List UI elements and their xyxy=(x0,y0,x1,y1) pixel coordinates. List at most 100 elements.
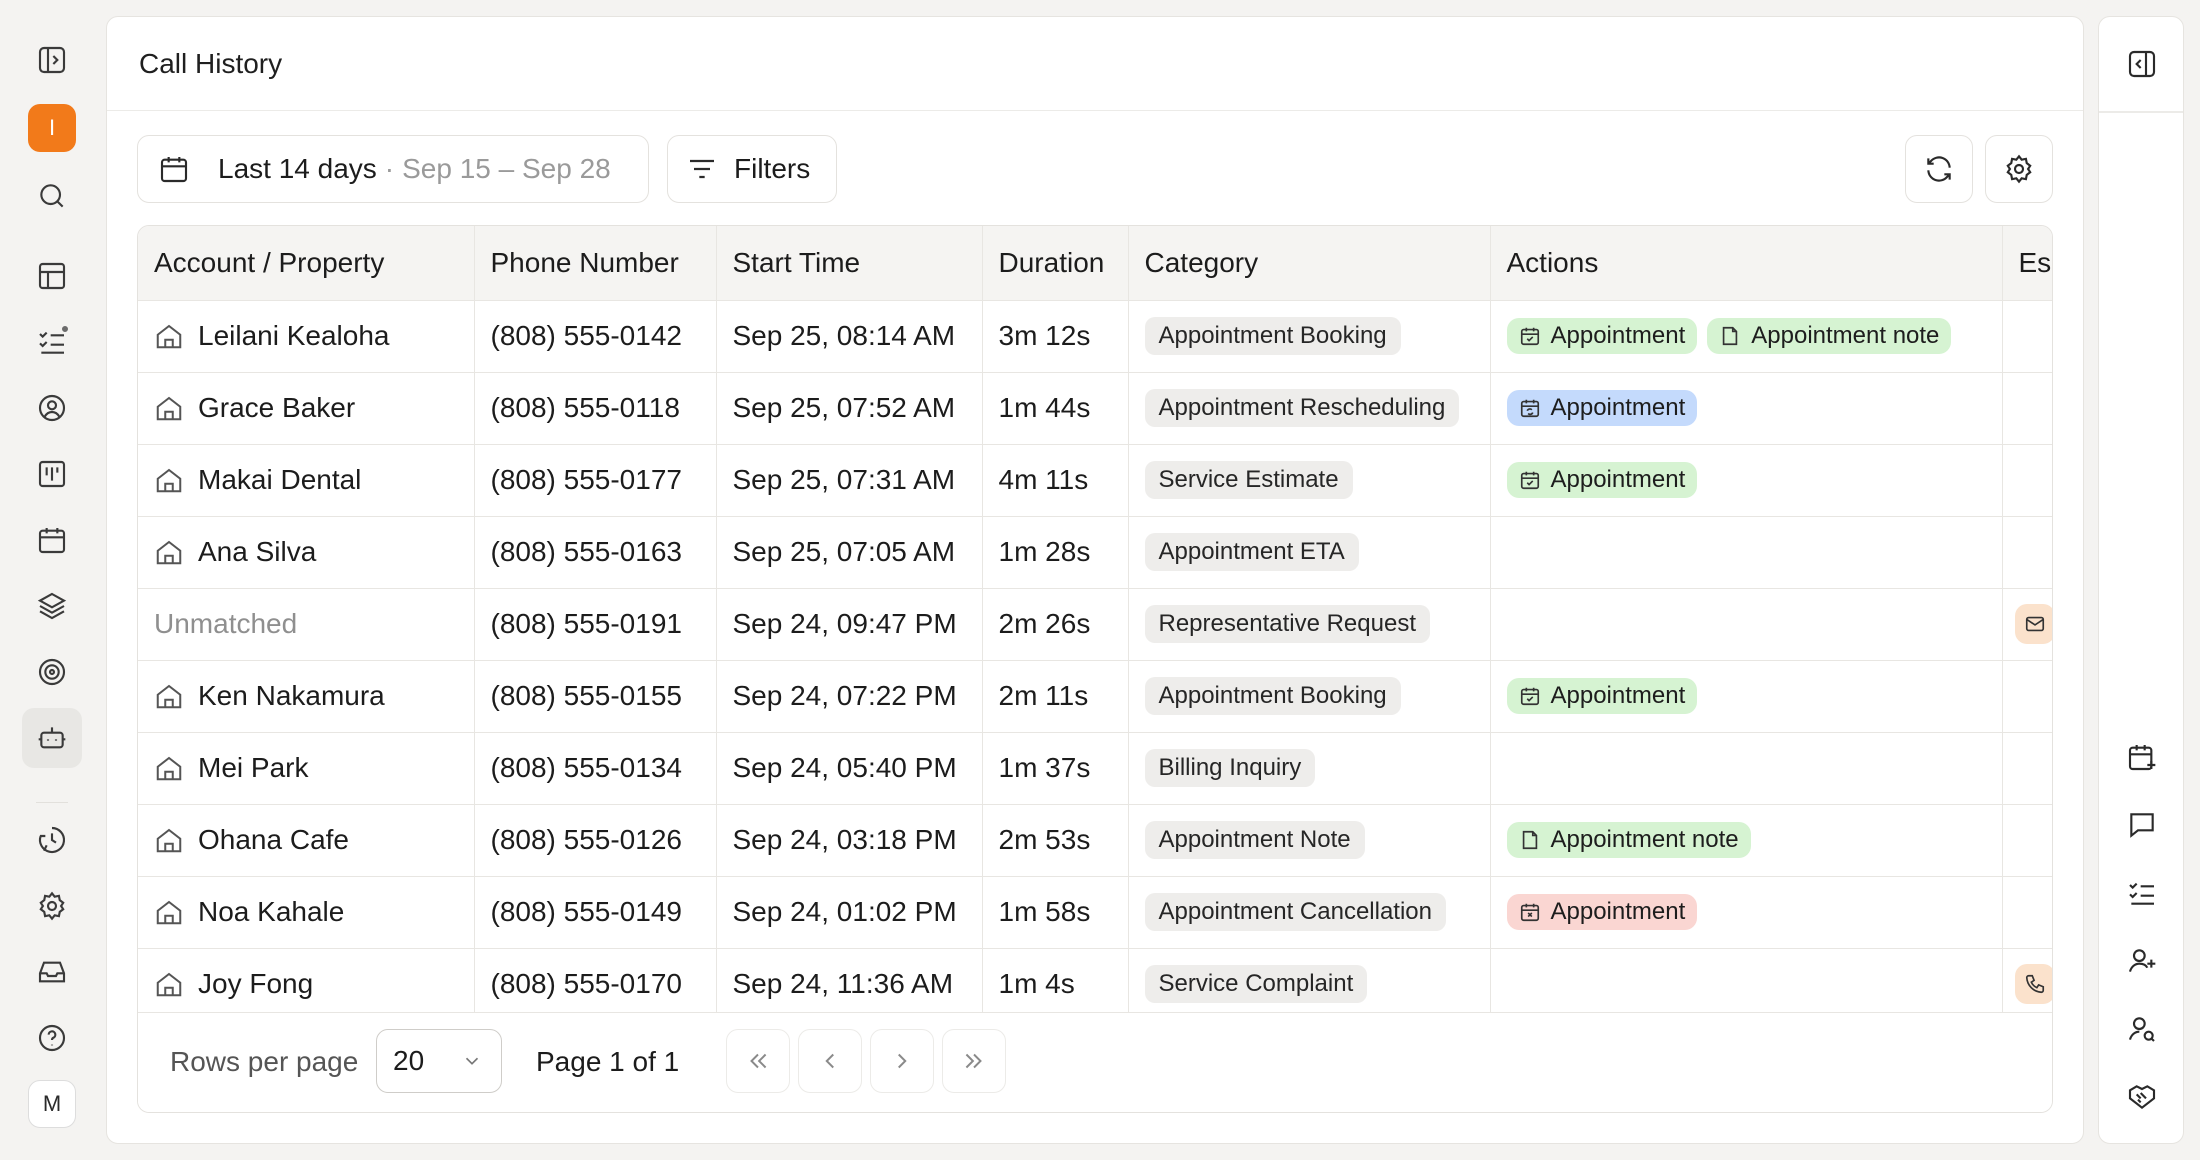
rows-per-page-select[interactable]: 20 xyxy=(376,1029,502,1093)
filters-button[interactable]: Filters xyxy=(667,135,837,203)
account-cell[interactable]: Joy Fong xyxy=(138,948,475,1021)
table-row[interactable]: Ken Nakamura (808) 555-0155 Sep 24, 07:22 … xyxy=(138,660,2052,733)
column-header-actions[interactable]: Actions xyxy=(1490,226,2003,301)
panel-toggle-icon[interactable] xyxy=(2112,34,2172,94)
table-row[interactable]: Makai Dental (808) 555-0177 Sep 25, 07:31 … xyxy=(138,444,2052,517)
org-avatar[interactable]: I xyxy=(28,104,76,152)
calendar-plus-icon[interactable] xyxy=(2112,727,2172,787)
board-icon[interactable] xyxy=(22,444,82,504)
duration-cell: 2m 53s xyxy=(982,804,1129,877)
table-row[interactable]: Leilani Kealoha (808) 555-0142 Sep 25, 08:… xyxy=(138,300,2052,373)
phone-cell[interactable]: (808) 555-0155 xyxy=(474,660,717,733)
duration-cell: 1m 58s xyxy=(982,876,1129,949)
column-header-escalation[interactable]: Es xyxy=(2002,226,2052,301)
column-header-duration[interactable]: Duration xyxy=(982,226,1129,301)
action-badge[interactable]: Appointment xyxy=(1506,678,1698,714)
escalation-chip[interactable] xyxy=(2014,604,2052,644)
phone-cell[interactable]: (808) 555-0170 xyxy=(474,948,717,1021)
gear-icon xyxy=(2006,154,2032,184)
toolbar: Last 14 days · Sep 15 – Sep 28 Filters xyxy=(137,135,2053,203)
last-page-button[interactable] xyxy=(942,1029,1006,1093)
action-badge[interactable]: Appointment note xyxy=(1707,318,1952,354)
previous-page-button[interactable] xyxy=(798,1029,862,1093)
category-cell: Appointment Cancellation xyxy=(1128,876,1491,949)
history-icon[interactable] xyxy=(22,810,82,870)
account-cell[interactable]: Grace Baker xyxy=(138,372,475,445)
escalation-chip[interactable] xyxy=(2014,964,2052,1004)
checklist-icon[interactable] xyxy=(2112,863,2172,923)
date-range-picker[interactable]: Last 14 days · Sep 15 – Sep 28 xyxy=(137,135,649,203)
account-name: Makai Dental xyxy=(198,464,362,495)
action-badge[interactable]: Appointment xyxy=(1506,894,1698,930)
pagination-bar: Rows per page 20 Page 1 of 1 xyxy=(138,1012,2052,1112)
table-row[interactable]: Mei Park (808) 555-0134 Sep 24, 05:40 PM 1m… xyxy=(138,732,2052,805)
inbox-icon[interactable] xyxy=(22,942,82,1002)
handshake-icon[interactable] xyxy=(2112,1067,2172,1127)
home-icon xyxy=(156,468,182,493)
account-cell[interactable]: Unmatched xyxy=(138,588,475,661)
table-row[interactable]: Grace Baker (808) 555-0118 Sep 25, 07:52 A… xyxy=(138,372,2052,445)
settings-icon[interactable] xyxy=(22,876,82,936)
account-cell[interactable]: Mei Park xyxy=(138,732,475,805)
bot-icon[interactable] xyxy=(22,708,82,768)
table-row[interactable]: Noa Kahale (808) 555-0149 Sep 24, 01:02 PM… xyxy=(138,876,2052,949)
phone-cell[interactable]: (808) 555-0126 xyxy=(474,804,717,877)
phone-cell[interactable]: (808) 555-0134 xyxy=(474,732,717,805)
right-sidebar xyxy=(2098,16,2184,1144)
category-badge: Service Estimate xyxy=(1144,461,1353,499)
refresh-button[interactable] xyxy=(1905,135,1973,203)
account-cell[interactable]: Leilani Kealoha xyxy=(138,300,475,373)
account-cell[interactable]: Ken Nakamura xyxy=(138,660,475,733)
calendar-icon[interactable] xyxy=(22,510,82,570)
target-icon[interactable] xyxy=(22,642,82,702)
user-search-icon[interactable] xyxy=(2112,999,2172,1059)
phone-icon xyxy=(2025,974,2044,994)
account-cell[interactable]: Ana Silva xyxy=(138,516,475,589)
mail-icon xyxy=(2025,616,2044,632)
table-settings-button[interactable] xyxy=(1985,135,2053,203)
action-badge[interactable]: Appointment xyxy=(1506,462,1698,498)
column-header-phone[interactable]: Phone Number xyxy=(474,226,717,301)
table-row[interactable]: Ohana Cafe (808) 555-0126 Sep 24, 03:18 PM… xyxy=(138,804,2052,877)
account-cell[interactable]: Noa Kahale xyxy=(138,876,475,949)
phone-cell[interactable]: (808) 555-0149 xyxy=(474,876,717,949)
phone-cell[interactable]: (808) 555-0142 xyxy=(474,300,717,373)
table-header-row: Account / Property Phone Number Start Ti… xyxy=(138,226,2052,301)
duration-cell: 1m 44s xyxy=(982,372,1129,445)
panel-header: Call History xyxy=(107,17,2083,111)
first-page-button[interactable] xyxy=(726,1029,790,1093)
action-badge[interactable]: Appointment xyxy=(1506,318,1698,354)
layout-icon[interactable] xyxy=(22,246,82,306)
account-name: Unmatched xyxy=(154,608,298,639)
layers-icon[interactable] xyxy=(22,576,82,636)
table-row[interactable]: Ana Silva (808) 555-0163 Sep 25, 07:05 AM 1… xyxy=(138,516,2052,589)
start-time-cell: Sep 24, 03:18 PM xyxy=(716,804,983,877)
table-row[interactable]: Unmatched (808) 555-0191 Sep 24, 09:47 PM 2… xyxy=(138,588,2052,661)
contacts-icon[interactable] xyxy=(22,378,82,438)
action-badge[interactable]: Appointment note xyxy=(1506,822,1751,858)
home-icon xyxy=(156,396,182,421)
user-plus-icon[interactable] xyxy=(2112,931,2172,991)
sidebar-toggle-icon[interactable] xyxy=(22,30,82,90)
phone-cell[interactable]: (808) 555-0177 xyxy=(474,444,717,517)
calendar-x-icon xyxy=(1520,903,1539,922)
next-page-button[interactable] xyxy=(870,1029,934,1093)
column-header-account[interactable]: Account / Property xyxy=(138,226,475,301)
table-row[interactable]: Joy Fong (808) 555-0170 Sep 24, 11:36 AM 1m… xyxy=(138,948,2052,1021)
action-badge[interactable]: Appointment xyxy=(1506,390,1698,426)
tasks-icon[interactable] xyxy=(22,312,82,372)
help-icon[interactable] xyxy=(22,1008,82,1068)
column-header-category[interactable]: Category xyxy=(1128,226,1491,301)
search-icon[interactable] xyxy=(22,166,82,226)
message-icon[interactable] xyxy=(2112,795,2172,855)
date-separator: · xyxy=(384,153,395,184)
action-label: Appointment xyxy=(1550,682,1686,709)
phone-cell[interactable]: (808) 555-0118 xyxy=(474,372,717,445)
account-name: Grace Baker xyxy=(198,392,356,423)
account-cell[interactable]: Ohana Cafe xyxy=(138,804,475,877)
account-cell[interactable]: Makai Dental xyxy=(138,444,475,517)
phone-cell[interactable]: (808) 555-0163 xyxy=(474,516,717,589)
column-header-start-time[interactable]: Start Time xyxy=(716,226,983,301)
user-avatar[interactable]: M xyxy=(28,1080,76,1128)
phone-cell[interactable]: (808) 555-0191 xyxy=(474,588,717,661)
